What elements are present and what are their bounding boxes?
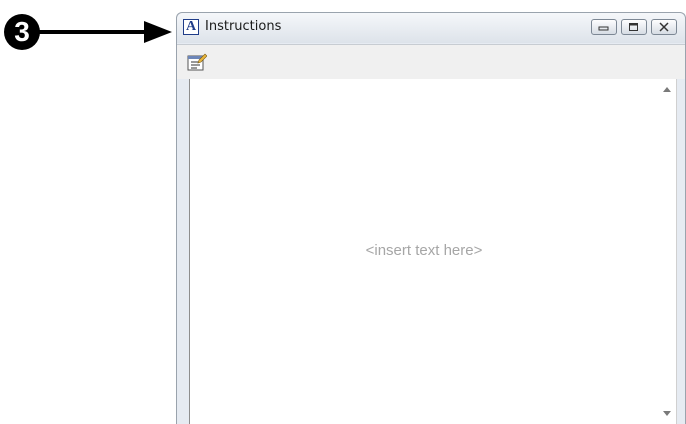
- placeholder-text: <insert text here>: [365, 242, 483, 259]
- maximize-icon: [629, 23, 638, 31]
- app-icon: A: [183, 19, 199, 35]
- close-button[interactable]: [651, 19, 677, 35]
- close-icon: [659, 22, 669, 32]
- window-controls: [591, 19, 677, 35]
- callout-number-badge: 3: [4, 14, 40, 50]
- window-title: Instructions: [205, 19, 282, 34]
- maximize-button[interactable]: [621, 19, 647, 35]
- instructions-text-area[interactable]: <insert text here>: [189, 79, 677, 424]
- callout-number: 3: [14, 16, 30, 47]
- scroll-up-icon[interactable]: [663, 87, 671, 92]
- edit-properties-icon[interactable]: [187, 53, 207, 71]
- window-titlebar[interactable]: A Instructions: [177, 13, 685, 43]
- window-toolbar: [177, 44, 685, 79]
- instructions-window: A Instructions <insert text here>: [176, 12, 686, 424]
- scroll-down-icon[interactable]: [663, 411, 671, 416]
- minimize-icon: [598, 26, 609, 31]
- callout-arrow-icon: [38, 21, 172, 43]
- vertical-scrollbar[interactable]: [658, 79, 676, 424]
- minimize-button[interactable]: [591, 19, 617, 35]
